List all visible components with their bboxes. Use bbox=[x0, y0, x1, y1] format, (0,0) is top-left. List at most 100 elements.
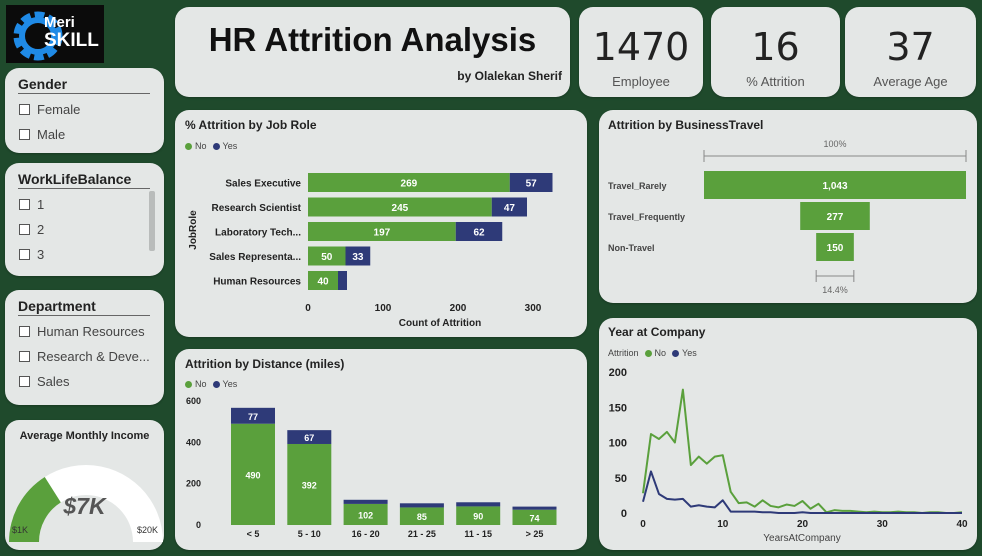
checkbox[interactable] bbox=[19, 104, 30, 115]
jobrole-chart-card: % Attrition by Job Role No Yes Sales Exe… bbox=[175, 110, 587, 337]
y-tick-label: 100 bbox=[609, 438, 627, 450]
checkbox[interactable] bbox=[19, 224, 30, 235]
kpi-age-card: 37 Average Age bbox=[845, 7, 976, 97]
kpi-employee-label: Employee bbox=[612, 74, 670, 89]
bar-yes bbox=[343, 499, 388, 504]
category-label: Non-Travel bbox=[608, 243, 655, 253]
x-tick-label: 0 bbox=[305, 303, 311, 314]
category-label: Travel_Frequently bbox=[608, 212, 685, 222]
option-label: Human Resources bbox=[37, 324, 145, 339]
checkbox[interactable] bbox=[19, 199, 30, 210]
kpi-age-label: Average Age bbox=[873, 74, 948, 89]
series-line-yes bbox=[642, 470, 962, 514]
bottom-percent-label: 14.4% bbox=[822, 285, 848, 295]
y-tick-label: 600 bbox=[186, 396, 201, 406]
page-subtitle: by Olalekan Sherif bbox=[457, 69, 562, 83]
x-tick-label: 21 - 25 bbox=[408, 529, 436, 539]
option-label: Female bbox=[37, 102, 81, 117]
checkbox[interactable] bbox=[19, 351, 30, 362]
x-tick-label: 20 bbox=[797, 519, 809, 530]
kpi-attrition-value: 16 bbox=[751, 25, 800, 69]
y-tick-label: 200 bbox=[186, 479, 201, 489]
department-option-hr[interactable]: Human Resources bbox=[19, 324, 145, 339]
logo-text-1: Meri bbox=[44, 14, 75, 31]
y-tick-label: 200 bbox=[609, 367, 627, 379]
checkbox[interactable] bbox=[19, 376, 30, 387]
years-chart-card: Year at Company Attrition No Yes 0 50 100 1… bbox=[599, 318, 977, 550]
data-label-yes: 57 bbox=[526, 179, 538, 190]
worklife-option-1[interactable]: 1 bbox=[19, 197, 44, 212]
top-percent-label: 100% bbox=[823, 139, 846, 149]
bar-yes bbox=[456, 502, 501, 507]
x-tick-label: 11 - 15 bbox=[464, 529, 492, 539]
data-label-yes: 62 bbox=[473, 228, 485, 239]
distance-chart: 0 200 400 600 490 77 < 5 392 67 5 - 10 102 16 - 20 8… bbox=[186, 396, 557, 539]
y-tick-label: 0 bbox=[621, 508, 627, 520]
option-label: 2 bbox=[37, 222, 45, 237]
option-label: Male bbox=[37, 127, 66, 142]
worklife-option-2[interactable]: 2 bbox=[19, 222, 44, 237]
category-label: Laboratory Tech... bbox=[215, 228, 301, 239]
category-label: Travel_Rarely bbox=[608, 181, 667, 191]
worklife-slicer: WorkLifeBalance 1 2 3 bbox=[5, 163, 164, 276]
category-label: Research Scientist bbox=[212, 203, 302, 214]
checkbox[interactable] bbox=[19, 326, 30, 337]
series-line-no bbox=[642, 388, 963, 514]
x-tick-label: 300 bbox=[525, 303, 542, 314]
data-label-no: 90 bbox=[473, 512, 483, 522]
years-line-chart: 0 50 100 150 200 0 10 20 30 40 YearsAtCompany bbox=[609, 367, 968, 544]
gender-slicer: Gender Female Male bbox=[5, 68, 164, 153]
bar-yes bbox=[338, 271, 347, 290]
data-label: 1,043 bbox=[822, 181, 847, 192]
page-title: HR Attrition Analysis bbox=[208, 21, 537, 58]
distance-chart-card: Attrition by Distance (miles) No Yes 0 20… bbox=[175, 349, 587, 550]
x-axis-label: Count of Attrition bbox=[399, 318, 481, 329]
bar-yes bbox=[399, 503, 444, 508]
x-tick-label: < 5 bbox=[247, 529, 260, 539]
department-slicer: Department Human Resources Research & De… bbox=[5, 290, 164, 405]
data-label-no: 74 bbox=[529, 513, 539, 523]
kpi-employee-card: 1470 Employee bbox=[579, 7, 703, 97]
x-tick-label: 40 bbox=[956, 519, 968, 530]
kpi-attrition-card: 16 % Attrition bbox=[711, 7, 840, 97]
logo-text-2: SKILL bbox=[44, 30, 99, 51]
data-label-no: 245 bbox=[392, 203, 409, 214]
travel-funnel-chart: 100% Travel_Rarely 1,043 Travel_Frequently 2… bbox=[608, 139, 967, 295]
gender-option-male[interactable]: Male bbox=[19, 127, 65, 142]
y-tick-label: 0 bbox=[196, 520, 201, 530]
gender-option-female[interactable]: Female bbox=[19, 102, 80, 117]
option-label: 1 bbox=[37, 197, 45, 212]
data-label-no: 40 bbox=[317, 277, 329, 288]
kpi-age-value: 37 bbox=[886, 25, 935, 69]
department-option-rd[interactable]: Research & Deve... bbox=[19, 349, 150, 364]
data-label-yes: 47 bbox=[504, 203, 516, 214]
data-label-yes: 77 bbox=[248, 412, 258, 422]
data-label-no: 392 bbox=[302, 480, 317, 490]
option-label: Sales bbox=[37, 374, 70, 389]
gender-slicer-title: Gender bbox=[18, 76, 150, 94]
checkbox[interactable] bbox=[19, 129, 30, 140]
checkbox[interactable] bbox=[19, 249, 30, 260]
category-label: Sales Representa... bbox=[209, 252, 301, 263]
slicer-scrollbar[interactable] bbox=[149, 191, 155, 251]
data-label: 150 bbox=[827, 243, 844, 254]
x-tick-label: 30 bbox=[877, 519, 889, 530]
data-label-yes: 67 bbox=[304, 433, 314, 443]
y-axis-label: JobRole bbox=[188, 210, 199, 250]
data-label-yes: 33 bbox=[352, 252, 364, 263]
y-tick-label: 400 bbox=[186, 437, 201, 447]
gauge-max: $20K bbox=[136, 525, 158, 535]
logo: Meri SKILL bbox=[6, 5, 104, 63]
gauge-value: $7K bbox=[63, 493, 106, 519]
x-tick-label: 5 - 10 bbox=[298, 529, 321, 539]
category-label: Human Resources bbox=[213, 277, 301, 288]
income-gauge-card: Average Monthly Income $7K $1K $20K bbox=[5, 420, 164, 550]
department-option-sales[interactable]: Sales bbox=[19, 374, 70, 389]
worklife-option-3[interactable]: 3 bbox=[19, 247, 44, 262]
data-label-no: 490 bbox=[245, 470, 260, 480]
data-label-no: 269 bbox=[401, 179, 418, 190]
category-label: Sales Executive bbox=[225, 179, 301, 190]
x-tick-label: 16 - 20 bbox=[352, 529, 380, 539]
x-tick-label: 200 bbox=[450, 303, 467, 314]
y-tick-label: 50 bbox=[615, 473, 627, 485]
